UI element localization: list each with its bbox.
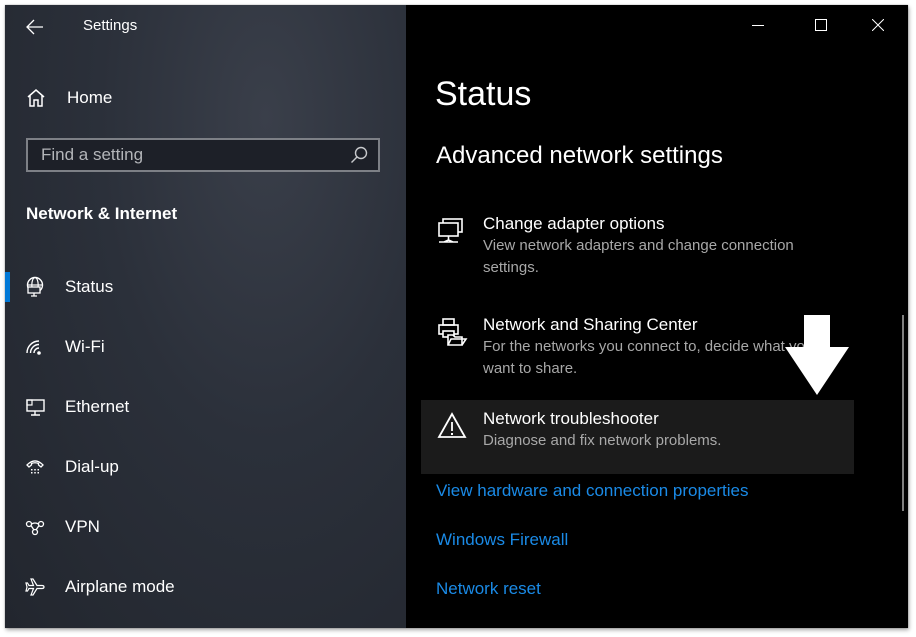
- close-icon: [872, 19, 884, 31]
- warning-icon: [437, 412, 467, 438]
- sidebar-item-label: VPN: [65, 517, 100, 536]
- minimize-icon: [752, 25, 764, 26]
- sidebar-item-label: Ethernet: [65, 397, 130, 416]
- option-description: Diagnose and fix network problems.: [483, 432, 722, 449]
- close-button[interactable]: [850, 5, 906, 45]
- vpn-icon: [25, 520, 45, 536]
- home-icon: [27, 89, 45, 107]
- search-input[interactable]: [28, 144, 348, 166]
- minimize-button[interactable]: [730, 5, 786, 45]
- sidebar-item-dialup[interactable]: Dial-up: [5, 445, 406, 489]
- settings-window: Settings Home Network & Internet: [5, 5, 908, 628]
- search-box[interactable]: [26, 138, 380, 172]
- option-description: View network adapters and change connect…: [483, 237, 794, 276]
- airplane-icon: [25, 578, 45, 596]
- sidebar-item-label: Wi-Fi: [65, 337, 105, 356]
- change-adapter-options[interactable]: Change adapter options View network adap…: [421, 205, 854, 287]
- maximize-icon: [815, 19, 827, 31]
- wifi-icon: [26, 340, 41, 355]
- search-icon[interactable]: [348, 144, 370, 166]
- sidebar-item-status[interactable]: Status: [5, 265, 406, 309]
- sidebar-item-wifi[interactable]: Wi-Fi: [5, 325, 406, 369]
- section-title: Network & Internet: [26, 204, 178, 223]
- app-title: Settings: [83, 17, 138, 34]
- sidebar-item-label: Dial-up: [65, 457, 119, 476]
- windows-firewall-link[interactable]: Windows Firewall: [436, 530, 568, 550]
- sidebar-item-label: Status: [65, 277, 114, 296]
- sidebar-item-airplane[interactable]: Airplane mode: [5, 565, 406, 609]
- maximize-button[interactable]: [793, 5, 849, 45]
- view-hardware-link[interactable]: View hardware and connection properties: [436, 481, 749, 501]
- arrow-down-icon: [785, 315, 849, 395]
- sidebar-item-vpn[interactable]: VPN: [5, 505, 406, 549]
- sidebar-item-ethernet[interactable]: Ethernet: [5, 385, 406, 429]
- main-content: Status Advanced network settings Change …: [406, 5, 908, 628]
- ethernet-icon: [26, 399, 45, 416]
- scrollbar-thumb[interactable]: [902, 315, 904, 511]
- home-label: Home: [67, 88, 113, 107]
- back-button[interactable]: [23, 15, 47, 39]
- page-title: Status: [435, 75, 532, 113]
- globe-monitor-icon: [26, 276, 44, 297]
- option-name: Network troubleshooter: [483, 409, 659, 428]
- network-reset-link[interactable]: Network reset: [436, 579, 541, 599]
- sidebar: Settings Home Network & Internet: [5, 5, 406, 628]
- arrow-left-icon: [26, 19, 43, 35]
- network-adapter-icon: [438, 218, 463, 243]
- section-heading: Advanced network settings: [436, 142, 723, 169]
- option-name: Change adapter options: [483, 214, 665, 233]
- home-link[interactable]: Home: [25, 85, 112, 111]
- network-troubleshooter[interactable]: Network troubleshooter Diagnose and fix …: [421, 400, 854, 474]
- phone-icon: [26, 460, 44, 474]
- sidebar-item-label: Airplane mode: [65, 577, 175, 596]
- sharing-center-icon: [438, 318, 468, 346]
- selected-indicator: [5, 272, 10, 302]
